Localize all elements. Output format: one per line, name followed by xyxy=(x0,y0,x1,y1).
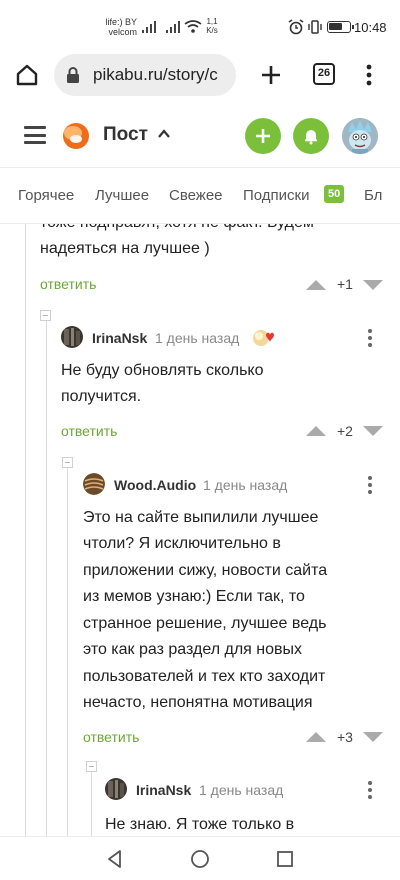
system-navigation-bar xyxy=(0,836,400,880)
tab-blogs[interactable]: Бл xyxy=(364,187,382,204)
comment-author[interactable]: IrinaNsk xyxy=(136,782,191,798)
recents-icon[interactable] xyxy=(275,849,295,869)
tabs-count-button[interactable]: 26 xyxy=(313,63,335,85)
user-avatar-image xyxy=(105,778,127,800)
back-icon[interactable] xyxy=(105,849,125,869)
comment-text-line: чтоли? Я исключительно в xyxy=(83,535,281,552)
comment-date[interactable]: 1 день назад xyxy=(203,477,287,493)
comment-author[interactable]: Wood.Audio xyxy=(114,477,196,493)
status-bar: life:) BY velcom 1,1 K/s 10:48 xyxy=(0,0,400,50)
tab-hot[interactable]: Горячее xyxy=(18,187,74,204)
comment-text-line: пользователей и тех кто заходит xyxy=(83,668,326,685)
vote-down-icon[interactable] xyxy=(363,426,383,436)
thread-line xyxy=(91,772,92,836)
comment-text-line: надеяться на лучшее ) xyxy=(40,240,210,257)
tab-fresh[interactable]: Свежее xyxy=(169,187,223,204)
rating-value: +3 xyxy=(337,729,353,745)
home-circle-icon[interactable] xyxy=(190,849,210,869)
wifi-icon xyxy=(184,20,202,33)
url-text: pikabu.ru/story/c xyxy=(93,65,218,84)
thread-line xyxy=(25,224,26,836)
rating-value: +1 xyxy=(337,276,353,292)
collapse-thread-button[interactable] xyxy=(40,310,51,321)
vote-up-icon[interactable] xyxy=(306,280,326,290)
reply-link[interactable]: ответить xyxy=(83,729,139,745)
notifications-button[interactable] xyxy=(293,118,329,154)
comment-menu-icon[interactable] xyxy=(368,781,372,799)
section-tabs: Горячее Лучшее Свежее Подписки 50 Бл xyxy=(0,168,400,224)
vibrate-icon xyxy=(308,20,322,34)
comment-menu-icon[interactable] xyxy=(368,329,372,347)
avatar[interactable] xyxy=(342,118,378,154)
subscriptions-count-badge: 50 xyxy=(324,185,345,203)
award-icon[interactable] xyxy=(251,325,275,349)
profile-avatar-image xyxy=(342,118,378,154)
thread-line xyxy=(46,320,47,836)
comment-text-line: нечасто, непонятна мотивация xyxy=(83,694,313,711)
hamburger-icon[interactable] xyxy=(24,126,46,144)
vote-down-icon[interactable] xyxy=(363,732,383,742)
plus-icon xyxy=(256,129,270,143)
battery-icon xyxy=(327,21,354,33)
signal-icon xyxy=(142,21,156,33)
chevron-up-icon[interactable] xyxy=(158,129,170,139)
comment-text-line: Это на сайте выпилили лучшее xyxy=(83,509,319,526)
carrier-label: life:) BY velcom xyxy=(105,17,137,37)
avatar[interactable] xyxy=(105,778,127,800)
collapse-thread-button[interactable] xyxy=(86,761,97,772)
new-tab-icon[interactable] xyxy=(258,62,284,88)
comments-list: тоже подправят, хотя не факт. Будем наде… xyxy=(0,224,400,836)
page-title: Пост xyxy=(103,124,148,145)
comment-text-line: это как раз раздел для новых xyxy=(83,641,302,658)
comment-menu-icon[interactable] xyxy=(368,476,372,494)
browser-toolbar: pikabu.ru/story/c 26 xyxy=(0,50,400,102)
avatar[interactable] xyxy=(83,473,105,495)
vote-down-icon[interactable] xyxy=(363,280,383,290)
user-avatar-image xyxy=(61,326,83,348)
more-vert-icon[interactable] xyxy=(364,63,374,87)
comment-text-line: странное решение, лучшее ведь xyxy=(83,615,327,632)
reply-link[interactable]: ответить xyxy=(61,423,117,439)
add-post-button[interactable] xyxy=(245,118,281,154)
comment-text-line: Не знаю. Я тоже только в xyxy=(105,816,295,833)
tab-subscriptions[interactable]: Подписки xyxy=(243,187,310,204)
pikabu-logo[interactable] xyxy=(60,119,92,151)
user-avatar-image xyxy=(83,473,105,495)
home-icon[interactable] xyxy=(14,62,40,88)
site-header: Пост xyxy=(0,102,400,168)
lock-icon xyxy=(67,67,79,83)
clock: 10:48 xyxy=(354,20,387,35)
comment-text-line: получится. xyxy=(61,388,142,405)
comment-date[interactable]: 1 день назад xyxy=(199,782,283,798)
address-bar[interactable]: pikabu.ru/story/c xyxy=(54,54,236,96)
collapse-thread-button[interactable] xyxy=(62,457,73,468)
comment-text-line: из мемов узнаю:) Если так, то xyxy=(83,588,305,605)
comment-author[interactable]: IrinaNsk xyxy=(92,330,147,346)
avatar[interactable] xyxy=(61,326,83,348)
comment-text-line: тоже подправят, хотя не факт. Будем xyxy=(40,224,314,237)
signal-icon xyxy=(166,21,180,33)
vote-up-icon[interactable] xyxy=(306,426,326,436)
comment-date[interactable]: 1 день назад xyxy=(155,330,239,346)
thread-line xyxy=(67,468,68,836)
network-speed: 1,1 K/s xyxy=(206,17,218,35)
reply-link[interactable]: ответить xyxy=(40,276,96,292)
rating-value: +2 xyxy=(337,423,353,439)
tab-best[interactable]: Лучшее xyxy=(95,187,149,204)
comment-text-line: Не буду обновлять сколько xyxy=(61,362,264,379)
comment-text-line: приложении сижу, новости сайта xyxy=(83,562,328,579)
bell-icon xyxy=(305,130,317,145)
alarm-icon xyxy=(288,19,304,35)
vote-up-icon[interactable] xyxy=(306,732,326,742)
